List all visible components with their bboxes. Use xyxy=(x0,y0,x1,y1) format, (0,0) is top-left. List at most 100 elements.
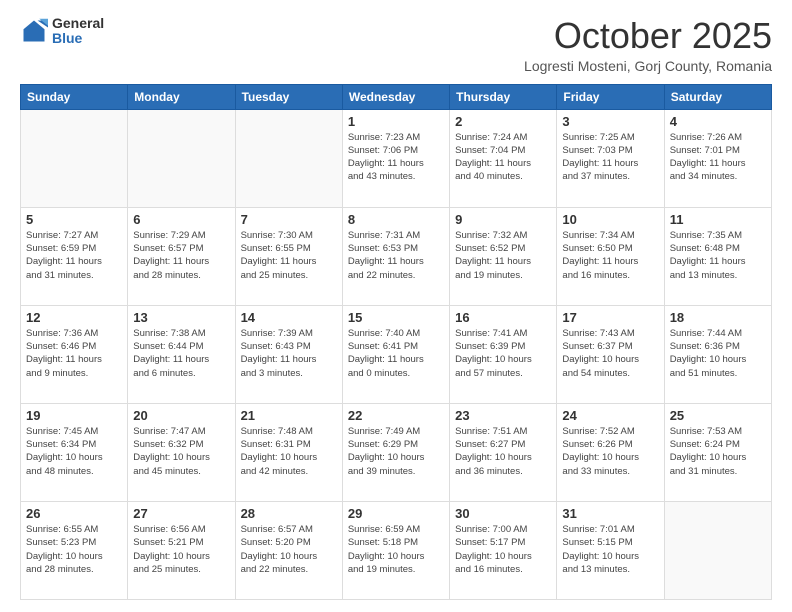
day-number: 18 xyxy=(670,310,766,325)
day-cell-4-3: 29 Sunrise: 6:59 AMSunset: 5:18 PMDayligh… xyxy=(342,501,449,599)
week-row-1: 1 Sunrise: 7:23 AMSunset: 7:06 PMDaylight… xyxy=(21,109,772,207)
day-number: 2 xyxy=(455,114,551,129)
day-number: 19 xyxy=(26,408,122,423)
day-info: Sunrise: 7:01 AMSunset: 5:15 PMDaylight:… xyxy=(562,523,658,576)
calendar-body: 1 Sunrise: 7:23 AMSunset: 7:06 PMDaylight… xyxy=(21,109,772,599)
day-number: 21 xyxy=(241,408,337,423)
day-number: 12 xyxy=(26,310,122,325)
day-cell-2-4: 16Sunrise: 7:41 AMSunset: 6:39 PMDayligh… xyxy=(450,305,557,403)
day-number: 4 xyxy=(670,114,766,129)
calendar-table: Sunday Monday Tuesday Wednesday Thursday… xyxy=(20,84,772,600)
day-number: 6 xyxy=(133,212,229,227)
day-info: Sunrise: 7:39 AMSunset: 6:43 PMDaylight:… xyxy=(241,327,337,380)
col-sunday: Sunday xyxy=(21,84,128,109)
day-cell-1-1: 6 Sunrise: 7:29 AMSunset: 6:57 PMDaylight… xyxy=(128,207,235,305)
day-number: 22 xyxy=(348,408,444,423)
day-cell-2-1: 13 Sunrise: 7:38 AMSunset: 6:44 PMDayligh… xyxy=(128,305,235,403)
day-cell-3-2: 21 Sunrise: 7:48 AMSunset: 6:31 PMDayligh… xyxy=(235,403,342,501)
day-number: 10 xyxy=(562,212,658,227)
day-info: Sunrise: 7:48 AMSunset: 6:31 PMDaylight:… xyxy=(241,425,337,478)
day-cell-1-3: 8 Sunrise: 7:31 AMSunset: 6:53 PMDaylight… xyxy=(342,207,449,305)
col-wednesday: Wednesday xyxy=(342,84,449,109)
day-info: Sunrise: 7:53 AMSunset: 6:24 PMDaylight:… xyxy=(670,425,766,478)
day-info: Sunrise: 7:35 AMSunset: 6:48 PMDaylight:… xyxy=(670,229,766,282)
logo: General Blue xyxy=(20,16,104,47)
day-cell-3-1: 20Sunrise: 7:47 AMSunset: 6:32 PMDayligh… xyxy=(128,403,235,501)
logo-blue-text: Blue xyxy=(52,31,104,46)
day-info: Sunrise: 6:56 AMSunset: 5:21 PMDaylight:… xyxy=(133,523,229,576)
day-cell-1-6: 11Sunrise: 7:35 AMSunset: 6:48 PMDayligh… xyxy=(664,207,771,305)
col-thursday: Thursday xyxy=(450,84,557,109)
day-number: 1 xyxy=(348,114,444,129)
day-number: 23 xyxy=(455,408,551,423)
day-number: 25 xyxy=(670,408,766,423)
day-number: 14 xyxy=(241,310,337,325)
day-cell-3-4: 23Sunrise: 7:51 AMSunset: 6:27 PMDayligh… xyxy=(450,403,557,501)
day-info: Sunrise: 7:25 AMSunset: 7:03 PMDaylight:… xyxy=(562,131,658,184)
day-number: 17 xyxy=(562,310,658,325)
day-info: Sunrise: 7:29 AMSunset: 6:57 PMDaylight:… xyxy=(133,229,229,282)
day-info: Sunrise: 7:44 AMSunset: 6:36 PMDaylight:… xyxy=(670,327,766,380)
day-cell-4-5: 31Sunrise: 7:01 AMSunset: 5:15 PMDayligh… xyxy=(557,501,664,599)
day-info: Sunrise: 7:31 AMSunset: 6:53 PMDaylight:… xyxy=(348,229,444,282)
day-number: 30 xyxy=(455,506,551,521)
day-cell-2-3: 15 Sunrise: 7:40 AMSunset: 6:41 PMDayligh… xyxy=(342,305,449,403)
day-cell-1-0: 5 Sunrise: 7:27 AMSunset: 6:59 PMDaylight… xyxy=(21,207,128,305)
day-info: Sunrise: 7:40 AMSunset: 6:41 PMDaylight:… xyxy=(348,327,444,380)
day-number: 24 xyxy=(562,408,658,423)
day-info: Sunrise: 7:38 AMSunset: 6:44 PMDaylight:… xyxy=(133,327,229,380)
day-info: Sunrise: 7:00 AMSunset: 5:17 PMDaylight:… xyxy=(455,523,551,576)
day-info: Sunrise: 6:55 AMSunset: 5:23 PMDaylight:… xyxy=(26,523,122,576)
day-cell-0-4: 2 Sunrise: 7:24 AMSunset: 7:04 PMDaylight… xyxy=(450,109,557,207)
day-number: 27 xyxy=(133,506,229,521)
day-number: 29 xyxy=(348,506,444,521)
day-info: Sunrise: 7:23 AMSunset: 7:06 PMDaylight:… xyxy=(348,131,444,184)
day-info: Sunrise: 7:27 AMSunset: 6:59 PMDaylight:… xyxy=(26,229,122,282)
day-cell-0-2 xyxy=(235,109,342,207)
day-cell-0-0 xyxy=(21,109,128,207)
day-cell-4-4: 30 Sunrise: 7:00 AMSunset: 5:17 PMDayligh… xyxy=(450,501,557,599)
day-info: Sunrise: 6:57 AMSunset: 5:20 PMDaylight:… xyxy=(241,523,337,576)
day-cell-4-2: 28 Sunrise: 6:57 AMSunset: 5:20 PMDayligh… xyxy=(235,501,342,599)
day-info: Sunrise: 7:24 AMSunset: 7:04 PMDaylight:… xyxy=(455,131,551,184)
day-cell-0-3: 1 Sunrise: 7:23 AMSunset: 7:06 PMDaylight… xyxy=(342,109,449,207)
day-number: 28 xyxy=(241,506,337,521)
day-info: Sunrise: 7:26 AMSunset: 7:01 PMDaylight:… xyxy=(670,131,766,184)
day-number: 7 xyxy=(241,212,337,227)
week-row-3: 12Sunrise: 7:36 AMSunset: 6:46 PMDayligh… xyxy=(21,305,772,403)
day-number: 9 xyxy=(455,212,551,227)
day-number: 15 xyxy=(348,310,444,325)
title-block: October 2025 Logresti Mosteni, Gorj Coun… xyxy=(524,16,772,74)
col-monday: Monday xyxy=(128,84,235,109)
col-tuesday: Tuesday xyxy=(235,84,342,109)
day-info: Sunrise: 7:30 AMSunset: 6:55 PMDaylight:… xyxy=(241,229,337,282)
day-info: Sunrise: 7:41 AMSunset: 6:39 PMDaylight:… xyxy=(455,327,551,380)
day-cell-1-4: 9Sunrise: 7:32 AMSunset: 6:52 PMDaylight… xyxy=(450,207,557,305)
location: Logresti Mosteni, Gorj County, Romania xyxy=(524,58,772,74)
col-saturday: Saturday xyxy=(664,84,771,109)
day-info: Sunrise: 6:59 AMSunset: 5:18 PMDaylight:… xyxy=(348,523,444,576)
day-cell-0-1 xyxy=(128,109,235,207)
week-row-2: 5 Sunrise: 7:27 AMSunset: 6:59 PMDaylight… xyxy=(21,207,772,305)
day-number: 13 xyxy=(133,310,229,325)
day-cell-1-5: 10Sunrise: 7:34 AMSunset: 6:50 PMDayligh… xyxy=(557,207,664,305)
day-cell-1-2: 7 Sunrise: 7:30 AMSunset: 6:55 PMDaylight… xyxy=(235,207,342,305)
week-row-4: 19Sunrise: 7:45 AMSunset: 6:34 PMDayligh… xyxy=(21,403,772,501)
day-cell-0-5: 3Sunrise: 7:25 AMSunset: 7:03 PMDaylight… xyxy=(557,109,664,207)
day-cell-3-3: 22Sunrise: 7:49 AMSunset: 6:29 PMDayligh… xyxy=(342,403,449,501)
month-title: October 2025 xyxy=(524,16,772,56)
day-cell-2-5: 17 Sunrise: 7:43 AMSunset: 6:37 PMDayligh… xyxy=(557,305,664,403)
day-info: Sunrise: 7:47 AMSunset: 6:32 PMDaylight:… xyxy=(133,425,229,478)
day-cell-3-6: 25 Sunrise: 7:53 AMSunset: 6:24 PMDayligh… xyxy=(664,403,771,501)
day-info: Sunrise: 7:43 AMSunset: 6:37 PMDaylight:… xyxy=(562,327,658,380)
day-number: 26 xyxy=(26,506,122,521)
day-number: 5 xyxy=(26,212,122,227)
logo-icon xyxy=(20,17,48,45)
col-friday: Friday xyxy=(557,84,664,109)
day-number: 8 xyxy=(348,212,444,227)
week-row-5: 26 Sunrise: 6:55 AMSunset: 5:23 PMDayligh… xyxy=(21,501,772,599)
day-cell-2-6: 18 Sunrise: 7:44 AMSunset: 6:36 PMDayligh… xyxy=(664,305,771,403)
day-cell-0-6: 4 Sunrise: 7:26 AMSunset: 7:01 PMDaylight… xyxy=(664,109,771,207)
day-cell-2-0: 12Sunrise: 7:36 AMSunset: 6:46 PMDayligh… xyxy=(21,305,128,403)
day-cell-3-0: 19Sunrise: 7:45 AMSunset: 6:34 PMDayligh… xyxy=(21,403,128,501)
